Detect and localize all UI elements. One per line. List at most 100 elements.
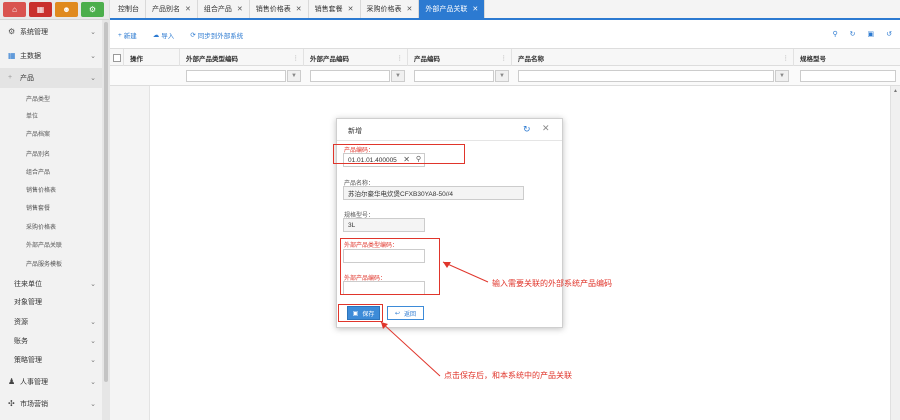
sidebar-subitem[interactable]: 组合产品 [0, 163, 102, 180]
sidebar-subitem[interactable]: 产品档案 [0, 125, 102, 142]
tab-external-product-link[interactable]: 外部产品关联 ✕ [419, 0, 486, 18]
filter-icon[interactable]: ▼ [391, 70, 405, 82]
tab-console[interactable]: 控制台 [112, 0, 146, 18]
sync-button[interactable]: ⟳ 同步到外部系统 [190, 30, 243, 40]
row-header-column [110, 86, 150, 420]
save-icon[interactable]: ▣ [868, 30, 875, 38]
column-menu-icon[interactable]: ⋮ [293, 54, 300, 62]
refresh-icon[interactable]: ↻ [850, 30, 856, 38]
highlight-box-external-fields [340, 238, 440, 295]
tab-sales-package[interactable]: 销售套餐 ✕ [309, 0, 361, 18]
dialog-header: 新增 ↻ ✕ [337, 119, 562, 141]
filter-input[interactable] [414, 70, 494, 82]
scrollbar-thumb[interactable] [104, 22, 108, 382]
chevron-down-icon: ⌄ [90, 357, 96, 364]
sidebar-item-policies[interactable]: 策略管理 ⌄ [0, 350, 102, 370]
close-icon[interactable]: ✕ [296, 5, 302, 13]
sidebar-scrollbar[interactable] [102, 20, 110, 420]
gears-icon: ⚙ [8, 27, 16, 36]
tab-combo-product[interactable]: 组合产品 ✕ [198, 0, 250, 18]
chevron-down-icon: ⌄ [90, 281, 96, 288]
back-button[interactable]: ↩ 返回 [387, 306, 424, 320]
filter-input[interactable] [518, 70, 774, 82]
import-button[interactable]: ☁ 导入 [153, 30, 175, 40]
calendar-icon[interactable]: ▦ [29, 2, 52, 17]
filter-icon[interactable]: ▼ [495, 70, 509, 82]
sidebar-subitem[interactable]: 单位 [0, 107, 102, 124]
column-header[interactable]: 产品编码 ⋮ [408, 49, 512, 66]
filter-input[interactable] [186, 70, 286, 82]
grid-scrollbar[interactable]: ▲ [890, 86, 900, 420]
column-header[interactable]: 外部产品编码 ⋮ [304, 49, 408, 66]
close-icon[interactable]: ✕ [185, 5, 191, 13]
undo-icon[interactable]: ↺ [886, 30, 892, 38]
filter-icon[interactable]: ▼ [775, 70, 789, 82]
toolbar: + 新建 ☁ 导入 ⟳ 同步到外部系统 ⚲ ↻ ▣ ↺ [110, 22, 900, 48]
sidebar-item-system[interactable]: ⚙ 系统管理 ⌄ [0, 22, 102, 42]
sync-icon: ⟳ [190, 32, 196, 39]
search-icon[interactable]: ⚲ [832, 30, 837, 38]
filter-icon[interactable]: ▼ [287, 70, 301, 82]
chevron-down-icon: ⌄ [90, 401, 96, 408]
sidebar: ⌂ ▦ ☻ ⚙ ⚙ 系统管理 ⌄ ▦ 主数据 ⌄ + 产品 ⌄ 产品类型 单位 … [0, 0, 110, 420]
sidebar-item-accounts[interactable]: 账务 ⌄ [0, 331, 102, 351]
column-header[interactable]: 外部产品类型编码 ⋮ [180, 49, 304, 66]
grid-header: 操作 外部产品类型编码 ⋮ 外部产品编码 ⋮ 产品编码 ⋮ 产品名称 ⋮ 规格型号 [110, 48, 900, 66]
marketing-icon: ✣ [8, 399, 15, 408]
sidebar-item-hr[interactable]: ♟ 人事管理 ⌄ [0, 372, 102, 392]
column-header[interactable]: 规格型号 [794, 49, 900, 66]
annotation-input-hint: 输入需要关联的外部系统产品编码 [492, 279, 612, 288]
chevron-down-icon: ⌄ [90, 338, 96, 345]
annotation-save-hint: 点击保存后，和本系统中的产品关联 [444, 371, 572, 380]
close-icon[interactable]: ✕ [407, 5, 413, 13]
tab-purchase-price[interactable]: 采购价格表 ✕ [361, 0, 420, 18]
sidebar-item-resources[interactable]: 资源 ⌄ [0, 312, 102, 332]
settings-icon[interactable]: ⚙ [81, 2, 104, 17]
sidebar-subitem[interactable]: 产品别名 [0, 145, 102, 162]
tab-sales-price[interactable]: 销售价格表 ✕ [250, 0, 309, 18]
tab-product-alias[interactable]: 产品别名 ✕ [146, 0, 198, 18]
column-header[interactable]: 产品名称 ⋮ [512, 49, 794, 66]
grid-icon: ▦ [8, 51, 16, 60]
sidebar-item-master-data[interactable]: ▦ 主数据 ⌄ [0, 46, 102, 66]
select-all-checkbox[interactable] [110, 49, 124, 66]
close-icon[interactable]: ✕ [542, 123, 550, 134]
user-group-icon[interactable]: ☻ [55, 2, 78, 17]
sidebar-item-partners[interactable]: 往来单位 ⌄ [0, 274, 102, 294]
close-icon[interactable]: ✕ [472, 5, 478, 13]
highlight-box-save [338, 304, 383, 322]
home-icon[interactable]: ⌂ [3, 2, 26, 17]
create-button[interactable]: + 新建 [118, 30, 137, 41]
column-menu-icon[interactable]: ⋮ [783, 54, 790, 62]
chevron-down-icon: ⌄ [90, 29, 96, 36]
person-icon: ♟ [8, 377, 16, 386]
chevron-down-icon: ⌄ [90, 319, 96, 326]
highlight-box-product-code [333, 144, 465, 164]
sidebar-subitem[interactable]: 产品服务模板 [0, 255, 102, 272]
filter-input[interactable] [310, 70, 390, 82]
plus-icon: + [118, 31, 122, 39]
refresh-icon[interactable]: ↻ [523, 124, 531, 135]
column-menu-icon[interactable]: ⋮ [501, 54, 508, 62]
toolbar-right-icons: ⚲ ↻ ▣ ↺ [832, 30, 892, 38]
sidebar-subitem[interactable]: 销售套餐 [0, 199, 102, 216]
chevron-down-icon: ⌄ [90, 379, 96, 386]
sidebar-item-product[interactable]: + 产品 ⌄ [0, 68, 102, 88]
column-header[interactable]: 操作 [124, 49, 180, 66]
sidebar-item-objects[interactable]: 对象管理 [0, 292, 102, 312]
scroll-up-icon[interactable]: ▲ [893, 88, 898, 94]
sidebar-top-icons: ⌂ ▦ ☻ ⚙ [0, 0, 109, 20]
sidebar-subitem[interactable]: 产品类型 [0, 90, 102, 107]
sidebar-item-marketing[interactable]: ✣ 市场营销 ⌄ [0, 394, 102, 414]
sidebar-subitem[interactable]: 销售价格表 [0, 181, 102, 198]
sidebar-subitem-active[interactable]: 外部产品关联 [0, 236, 102, 253]
filter-input[interactable] [800, 70, 896, 82]
close-icon[interactable]: ✕ [237, 5, 243, 13]
plus-icon: + [8, 74, 13, 81]
sidebar-subitem[interactable]: 采购价格表 [0, 218, 102, 235]
close-icon[interactable]: ✕ [348, 5, 354, 13]
product-name-field: 苏泊尔豪华电炊煲CFXB30YA8-50//4 [343, 186, 524, 200]
column-menu-icon[interactable]: ⋮ [397, 54, 404, 62]
cloud-upload-icon: ☁ [152, 32, 160, 39]
spec-field: 3L [343, 218, 425, 232]
